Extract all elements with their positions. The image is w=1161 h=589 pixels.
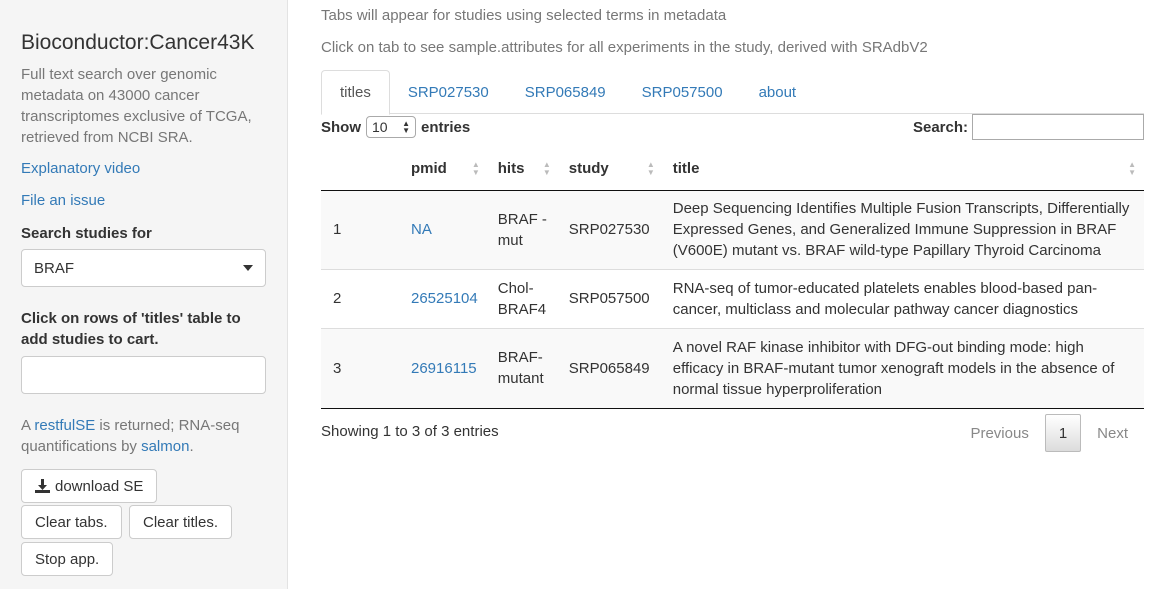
help-text: A restfulSE is returned; RNA-seq quantif… <box>21 417 240 455</box>
title-cell: A novel RAF kinase inhibitor with DFG-ou… <box>662 327 1144 409</box>
table-info: Showing 1 to 3 of 3 entries <box>321 423 499 440</box>
column-header-pmid[interactable]: pmid ▲ ▼ <box>361 148 488 191</box>
sort-icon: ▲ ▼ <box>471 160 480 177</box>
tab-bar: titles SRP027530 SRP065849 SRP057500 abo… <box>321 70 1144 115</box>
entries-value: 10 <box>372 119 388 135</box>
sort-icon: ▲ ▼ <box>646 160 655 177</box>
hits-cell: BRAF-mutant <box>487 327 559 409</box>
pagination: Previous 1 Next <box>954 414 1144 452</box>
hits-cell: BRAF - mut <box>487 190 559 269</box>
row-index: 3 <box>321 327 361 409</box>
search-term-value: BRAF <box>34 259 75 277</box>
next-button[interactable]: Next <box>1081 414 1144 452</box>
clear-titles-button[interactable]: Clear titles. <box>129 505 233 539</box>
study-cell: SRP027530 <box>558 190 663 269</box>
cart-label: Click on rows of 'titles' table to add s… <box>21 310 241 348</box>
download-icon <box>35 479 50 493</box>
entries-length-control: Show 10 ▲ ▼ entries <box>321 116 470 138</box>
tab-help-text: Click on tab to see sample.attributes fo… <box>321 39 928 56</box>
app-title: Bioconductor:Cancer43K <box>21 31 255 54</box>
entries-select[interactable]: 10 ▲ ▼ <box>366 116 416 138</box>
column-header-index <box>321 148 361 191</box>
study-cell: SRP057500 <box>558 268 663 328</box>
file-issue-link[interactable]: File an issue <box>21 192 105 209</box>
pmid-link[interactable]: NA <box>411 221 432 238</box>
row-index: 2 <box>321 268 361 328</box>
entries-label: entries <box>421 118 471 136</box>
tab-srp027530[interactable]: SRP027530 <box>390 70 507 114</box>
page-1-button[interactable]: 1 <box>1044 414 1082 452</box>
previous-button[interactable]: Previous <box>954 414 1044 452</box>
chevron-down-icon <box>243 265 253 271</box>
column-header-title[interactable]: title ▲ ▼ <box>662 148 1144 191</box>
tabs-info-text: Tabs will appear for studies using selec… <box>321 7 727 24</box>
study-cell: SRP065849 <box>558 327 663 409</box>
cart-input[interactable] <box>21 356 266 394</box>
hits-cell: Chol-BRAF4 <box>487 268 559 328</box>
titles-table: pmid ▲ ▼ hits ▲ ▼ study ▲ ▼ title ▲ ▼ 1 NA BRAF … <box>321 148 1144 409</box>
show-label: Show <box>321 118 361 136</box>
table-search-control: Search: <box>913 114 1144 140</box>
download-se-button[interactable]: download SE <box>21 469 158 503</box>
table-header-row: pmid ▲ ▼ hits ▲ ▼ study ▲ ▼ title ▲ ▼ <box>321 148 1144 191</box>
search-studies-label: Search studies for <box>21 225 152 242</box>
row-index: 1 <box>321 190 361 269</box>
sort-icon: ▲ ▼ <box>1128 160 1136 177</box>
tab-srp057500[interactable]: SRP057500 <box>624 70 741 114</box>
table-row[interactable]: 1 NA BRAF - mut SRP027530 Deep Sequencin… <box>321 190 1144 269</box>
table-search-input[interactable] <box>972 114 1144 140</box>
app-description: Full text search over genomic metadata o… <box>21 66 252 146</box>
sidebar-panel: Bioconductor:Cancer43K Full text search … <box>0 0 288 589</box>
download-se-label: download SE <box>55 477 144 495</box>
title-cell: Deep Sequencing Identifies Multiple Fusi… <box>662 190 1144 269</box>
tab-srp065849[interactable]: SRP065849 <box>507 70 624 114</box>
stop-app-button[interactable]: Stop app. <box>21 542 114 576</box>
tab-titles[interactable]: titles <box>321 70 390 115</box>
column-header-study[interactable]: study ▲ ▼ <box>558 148 663 191</box>
explanatory-video-link[interactable]: Explanatory video <box>21 160 140 177</box>
table-row[interactable]: 2 26525104 Chol-BRAF4 SRP057500 RNA-seq … <box>321 268 1144 328</box>
pmid-link[interactable]: 26525104 <box>411 290 478 307</box>
salmon-link[interactable]: salmon <box>141 438 189 455</box>
column-header-hits[interactable]: hits ▲ ▼ <box>487 148 559 191</box>
pmid-link[interactable]: 26916115 <box>411 360 477 377</box>
title-cell: RNA-seq of tumor-educated platelets enab… <box>662 268 1144 328</box>
table-row[interactable]: 3 26916115 BRAF-mutant SRP065849 A novel… <box>321 327 1144 409</box>
sort-icon: ▲ ▼ <box>542 160 551 177</box>
tab-about[interactable]: about <box>741 70 815 114</box>
restfulse-link[interactable]: restfulSE <box>34 417 95 434</box>
updown-arrows-icon: ▲ ▼ <box>402 119 410 135</box>
search-label: Search: <box>912 118 968 136</box>
clear-tabs-button[interactable]: Clear tabs. <box>21 505 122 539</box>
search-term-select[interactable]: BRAF <box>21 249 266 287</box>
